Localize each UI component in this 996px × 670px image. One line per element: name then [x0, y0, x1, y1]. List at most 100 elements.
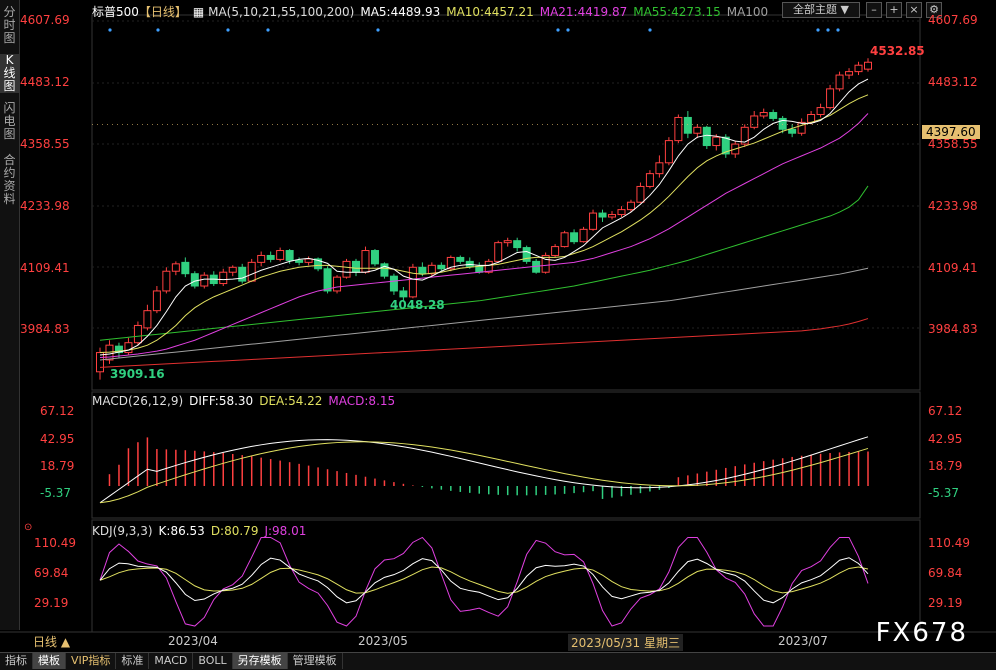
kdj-params: KDJ(9,3,3) [92, 524, 153, 538]
macd-tick-1: 67.12 [928, 404, 963, 418]
candle-body [276, 250, 285, 260]
minus-button[interactable]: – [866, 2, 882, 18]
candle-body [645, 173, 654, 187]
tab-manage-template[interactable]: 管理模板 [288, 653, 343, 669]
period-button[interactable]: 日线 ▲ [19, 633, 103, 651]
kdj-settings-icon[interactable]: ⊙ [24, 522, 32, 533]
high-annotation: 4532.85 [870, 44, 925, 58]
candle-body [380, 263, 389, 277]
ma100-value: MA100 [726, 5, 769, 19]
kdj-j-line [99, 536, 869, 627]
candle-body [854, 64, 863, 73]
tab-vip-indicator[interactable]: VIP指标 [66, 653, 117, 669]
candle-body [181, 261, 190, 275]
candle-body [826, 88, 835, 109]
tab-macd[interactable]: MACD [149, 653, 194, 669]
candle-body [674, 116, 683, 142]
bottom-toolbar: 指标 模板 VIP指标 标准 MACD BOLL 另存模板 管理模板 [0, 652, 996, 670]
price-tick-left-4: 4233.98 [20, 199, 70, 213]
candle-body [494, 242, 503, 262]
candle-body [219, 271, 228, 285]
candle-body [266, 254, 275, 260]
kdj-tick-1: 110.49 [928, 536, 970, 550]
candle-body [228, 266, 237, 273]
plus-button[interactable]: + [886, 2, 902, 18]
low-annotation-2: 4048.28 [390, 298, 445, 312]
main-header: 标普500【日线】 ▦ MA(5,10,21,55,100,200) MA5:448… [92, 3, 774, 20]
ma10-line [99, 94, 869, 354]
kdj-tick-left-2: 69.84 [34, 566, 69, 580]
candle-body [503, 240, 512, 244]
price-tick-left-1: 4607.69 [20, 13, 70, 27]
macd-panel-frame [91, 391, 921, 519]
candle-body [579, 228, 588, 243]
candle-body [162, 270, 171, 292]
candle-body [370, 250, 379, 265]
candle-body [702, 126, 711, 147]
price-tick-left-2: 4483.12 [20, 75, 70, 89]
date-label-1: 2023/04 [168, 634, 218, 648]
ma5-value: MA5:4489.93 [360, 5, 441, 19]
indicator-icon: ▦ [192, 5, 205, 19]
macd-tick-left-1: 67.12 [40, 404, 75, 418]
macd-params: MACD(26,12,9) [92, 394, 184, 408]
macd-diff-line [99, 436, 869, 504]
tab-template[interactable]: 模板 [33, 653, 66, 669]
candle-body [655, 162, 664, 175]
candle-body [475, 265, 484, 273]
ma55-line [99, 185, 869, 341]
price-tick-left-5: 4109.41 [20, 261, 70, 275]
ma-params: MA(5,10,21,55,100,200) [208, 5, 355, 19]
period-label: 【日线】 [138, 5, 187, 19]
close-icon[interactable]: × [906, 2, 922, 18]
low-annotation-1: 3909.16 [110, 367, 165, 381]
candle-body [389, 275, 398, 292]
tab-standard[interactable]: 标准 [116, 653, 150, 669]
candle-body [427, 264, 436, 275]
event-dot [226, 28, 230, 32]
tab-save-template[interactable]: 另存模板 [232, 653, 288, 669]
event-dot [108, 28, 112, 32]
kdj-d: D:80.79 [210, 524, 259, 538]
candle-body [683, 116, 692, 134]
candle-body [513, 240, 522, 249]
candle-body [333, 276, 342, 292]
date-label-4: 2023/07 [778, 634, 828, 648]
kline-chart[interactable] [0, 0, 996, 652]
watermark-logo: FX678 [875, 618, 968, 648]
symbol-name: 标普500 [92, 5, 139, 19]
candle-body [200, 274, 209, 287]
kdj-tick-left-1: 110.49 [34, 536, 76, 550]
kdj-k-line [99, 557, 869, 604]
candle-body [664, 140, 673, 164]
ma21-line [99, 113, 869, 358]
candle-body [171, 263, 180, 272]
candle-body [589, 212, 598, 230]
tab-indicator[interactable]: 指标 [0, 653, 33, 669]
candle-body [437, 264, 446, 270]
price-tick-left-3: 4358.55 [20, 137, 70, 151]
macd-tick-left-2: 42.95 [40, 432, 75, 446]
price-tick-4: 4233.98 [928, 199, 978, 213]
candle-body [418, 266, 427, 275]
candle-body [835, 74, 844, 90]
macd-tick-2: 42.95 [928, 432, 963, 446]
macd-diff: DIFF:58.30 [189, 394, 254, 408]
candle-body [626, 201, 635, 211]
candle-body [133, 324, 142, 344]
price-tick-1: 4607.69 [928, 13, 978, 27]
event-dot [566, 28, 570, 32]
crosshair-date: 2023/05/31 星期三 [568, 634, 683, 651]
candle-body [769, 112, 778, 119]
kdj-header: KDJ(9,3,3) K:86.53 D:80.79 J:98.01 [92, 524, 312, 538]
event-dot [836, 28, 840, 32]
theme-dropdown[interactable]: 全部主题 ▼ [782, 2, 860, 18]
price-tick-left-6: 3984.83 [20, 322, 70, 336]
candle-body [352, 260, 360, 273]
event-dot [156, 28, 160, 32]
macd-tick-left-4: -5.37 [40, 486, 72, 500]
tab-boll[interactable]: BOLL [193, 653, 233, 669]
candle-body [190, 273, 199, 287]
ma55-value: MA55:4273.15 [633, 5, 721, 19]
candle-body [712, 136, 721, 147]
